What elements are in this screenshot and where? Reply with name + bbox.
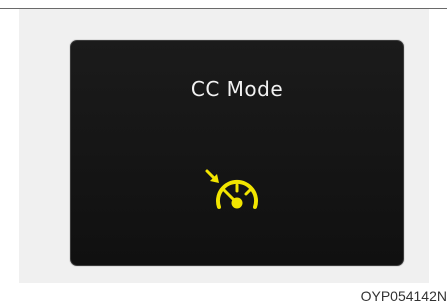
- figure-code: OYP054142N: [360, 288, 447, 304]
- cruise-control-icon: [205, 169, 258, 209]
- cluster-display: CC Mode: [70, 40, 404, 266]
- mode-title: CC Mode: [190, 77, 284, 101]
